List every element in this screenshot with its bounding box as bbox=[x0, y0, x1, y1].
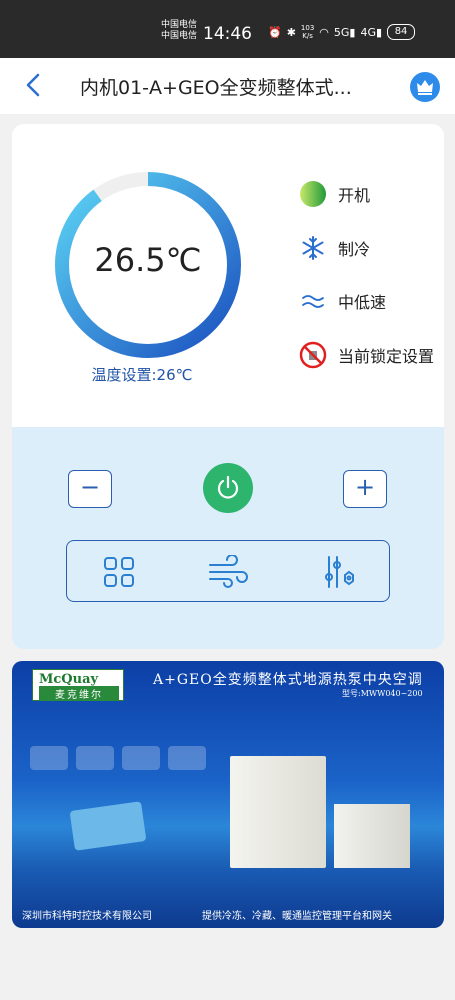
power-icon bbox=[217, 475, 239, 499]
carrier-1: 中国电信 bbox=[161, 20, 198, 30]
carrier-info: 中国电信 中国电信 bbox=[161, 20, 197, 42]
signal-4g-icon: 4G▮ bbox=[360, 25, 383, 39]
sliders-icon[interactable] bbox=[320, 553, 358, 591]
clock: 14:46 bbox=[203, 24, 252, 44]
net-speed: 103 K/s bbox=[300, 24, 315, 40]
snowflake-icon bbox=[299, 234, 327, 262]
status-bar: 中国电信 中国电信 14:46 ⏰ ✱ 103 K/s ◠ 5G▮ 4G▮ 84 bbox=[0, 0, 455, 58]
bluetooth-icon: ✱ bbox=[286, 25, 296, 39]
banner-model: 型号:MWW040~200 bbox=[342, 689, 423, 698]
control-panel bbox=[12, 427, 444, 649]
decrease-button[interactable]: − bbox=[68, 470, 112, 508]
fan-speed-label: 中低速 bbox=[338, 293, 387, 312]
heat-pump-unit-small-image bbox=[334, 804, 410, 868]
status-lock: 当前锁定设置 bbox=[299, 341, 434, 369]
apple-icon bbox=[122, 746, 160, 770]
mcquay-logo: McQuay 麦克维尔 bbox=[32, 669, 124, 701]
status-fan: 中低速 bbox=[299, 287, 386, 315]
temperature-setting[interactable]: 温度设置:26℃ bbox=[48, 364, 236, 385]
product-banner[interactable]: McQuay 麦克维尔 A+GEO全变频整体式地源热泵中央空调 型号:MWW04… bbox=[12, 661, 444, 928]
harmony-os-icon bbox=[30, 746, 68, 770]
no-lock-icon bbox=[299, 341, 327, 369]
page-title: 内机01-A+GEO全变频整体式... bbox=[80, 77, 352, 99]
heat-pump-unit-image bbox=[230, 756, 326, 868]
function-toolbar bbox=[66, 540, 390, 602]
lock-setting-label: 当前锁定设置 bbox=[338, 347, 435, 366]
banner-slogan: 提供冷冻、冷藏、暖通监控管理平台和网关 bbox=[202, 911, 392, 922]
nav-bar: 内机01-A+GEO全变频整体式... bbox=[0, 58, 455, 114]
banner-company: 深圳市科特时控技术有限公司 bbox=[22, 911, 152, 922]
android-icon bbox=[76, 746, 114, 770]
power-button[interactable] bbox=[203, 463, 253, 513]
status-power: 开机 bbox=[299, 180, 370, 208]
power-status-label: 开机 bbox=[338, 186, 371, 205]
increase-button[interactable]: + bbox=[343, 470, 387, 508]
chevron-left-icon[interactable] bbox=[22, 72, 46, 98]
crown-icon[interactable] bbox=[410, 72, 440, 102]
wave-icon bbox=[299, 287, 327, 315]
windows-icon bbox=[168, 746, 206, 770]
gateway-device-image bbox=[69, 801, 147, 851]
logo-text-en: McQuay bbox=[39, 672, 99, 687]
power-status-icon bbox=[299, 180, 327, 208]
battery-indicator: 84 bbox=[387, 24, 416, 40]
grid-menu-icon[interactable] bbox=[100, 553, 138, 591]
signal-5g-icon: 5G▮ bbox=[333, 25, 356, 39]
logo-text-cn: 麦克维尔 bbox=[39, 686, 119, 701]
status-icons: ⏰ ✱ 103 K/s ◠ 5G▮ 4G▮ 84 bbox=[268, 24, 416, 40]
platform-icons bbox=[30, 746, 206, 770]
status-mode: 制冷 bbox=[299, 234, 370, 262]
current-temperature: 26.5℃ bbox=[94, 241, 202, 279]
alarm-icon: ⏰ bbox=[268, 25, 282, 39]
mode-label: 制冷 bbox=[338, 240, 371, 259]
carrier-2: 中国电信 bbox=[161, 31, 198, 41]
wind-icon[interactable] bbox=[207, 553, 251, 591]
thermostat-card: 26.5℃ 温度设置:26℃ 开机 制冷 中低速 当前锁定设置 − + bbox=[12, 124, 444, 649]
banner-title: A+GEO全变频整体式地源热泵中央空调 bbox=[153, 672, 423, 688]
wifi-icon: ◠ bbox=[319, 25, 329, 39]
